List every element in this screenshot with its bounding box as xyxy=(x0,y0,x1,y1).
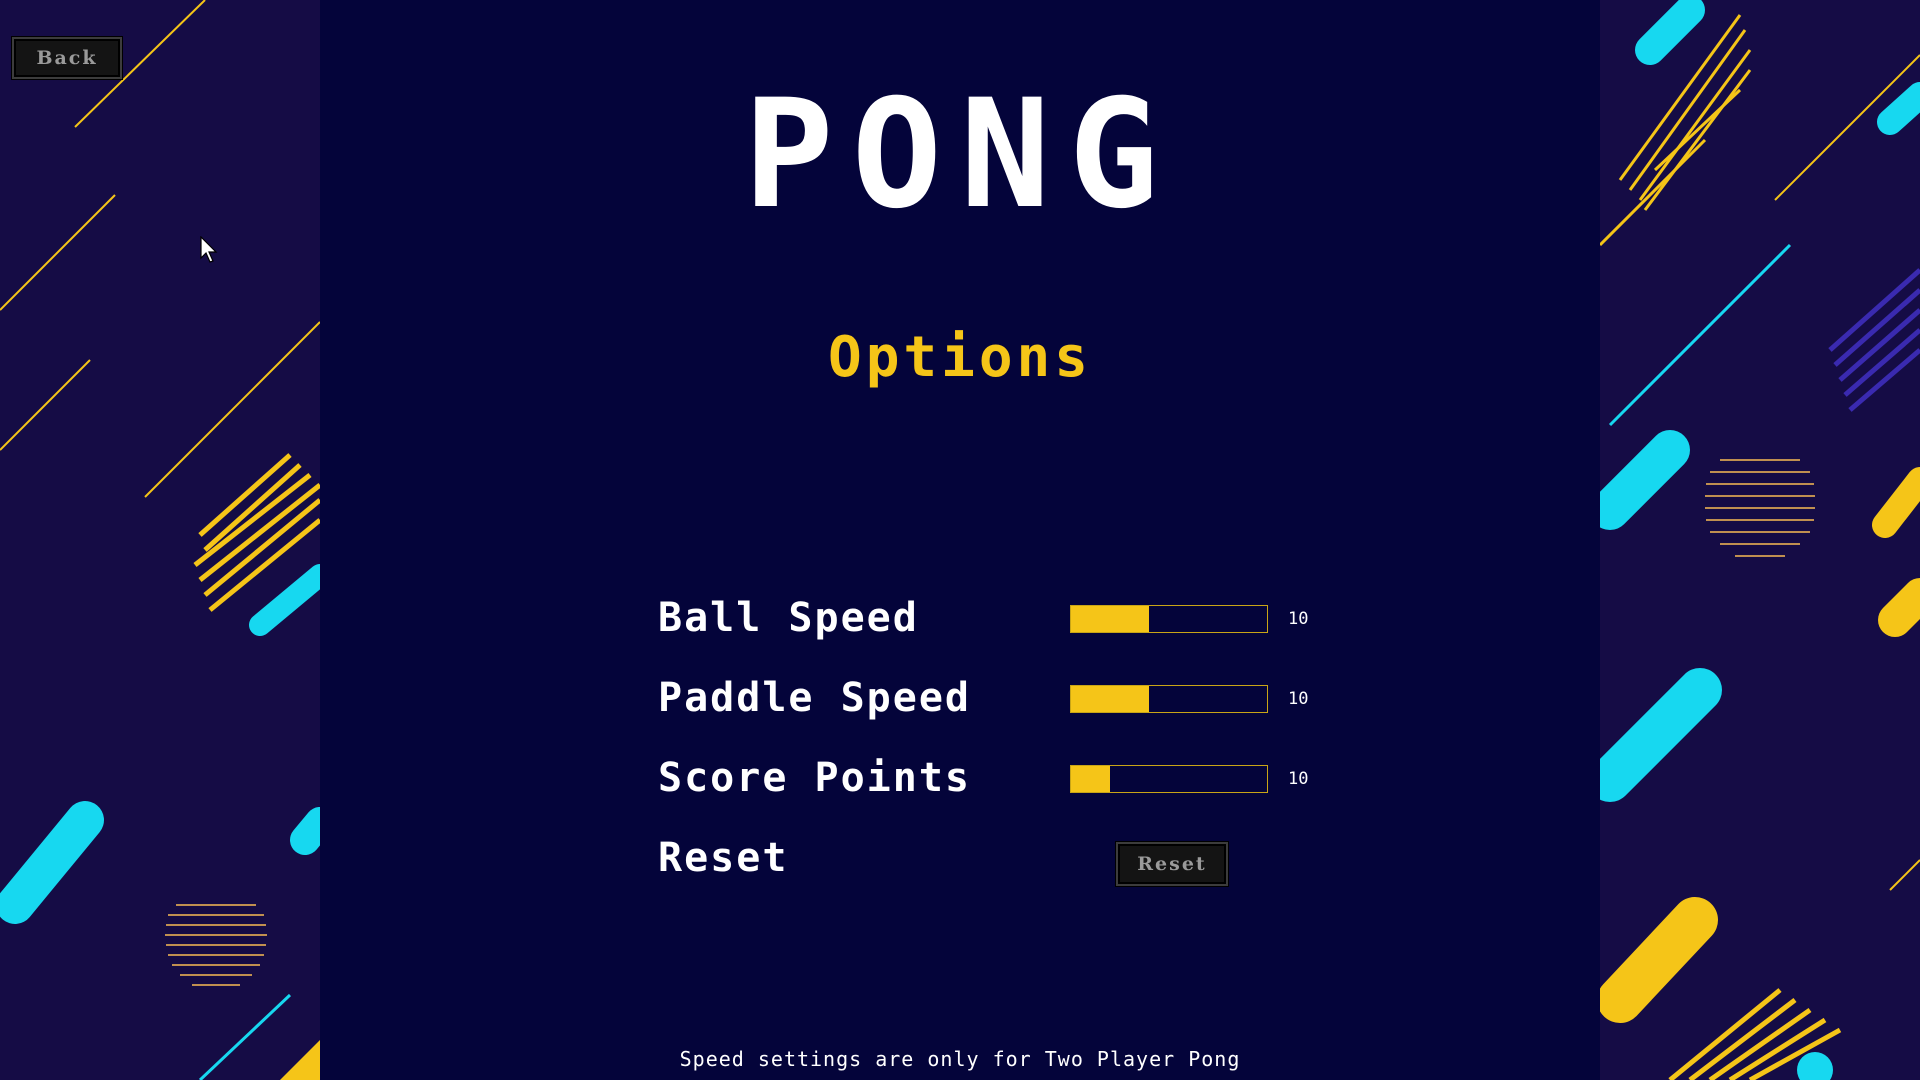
score-points-value: 10 xyxy=(1288,769,1309,789)
ball-speed-slider-fill xyxy=(1071,606,1150,632)
options-heading: Options xyxy=(827,325,1092,390)
paddle-speed-value: 10 xyxy=(1288,689,1309,709)
mouse-pointer-icon xyxy=(200,236,218,263)
score-points-slider[interactable] xyxy=(1070,765,1268,793)
paddle-speed-slider-fill xyxy=(1071,686,1150,712)
ball-speed-value: 10 xyxy=(1288,609,1309,629)
reset-button[interactable]: Reset xyxy=(1116,842,1228,886)
game-title: PONG xyxy=(743,68,1177,242)
score-points-slider-fill xyxy=(1071,766,1111,792)
reset-label: Reset xyxy=(658,835,789,881)
paddle-speed-label: Paddle Speed xyxy=(658,675,971,721)
ball-speed-slider[interactable] xyxy=(1070,605,1268,633)
footer-note: Speed settings are only for Two Player P… xyxy=(679,1047,1241,1071)
paddle-speed-slider[interactable] xyxy=(1070,685,1268,713)
score-points-label: Score Points xyxy=(658,755,971,801)
ball-speed-label: Ball Speed xyxy=(658,595,919,641)
